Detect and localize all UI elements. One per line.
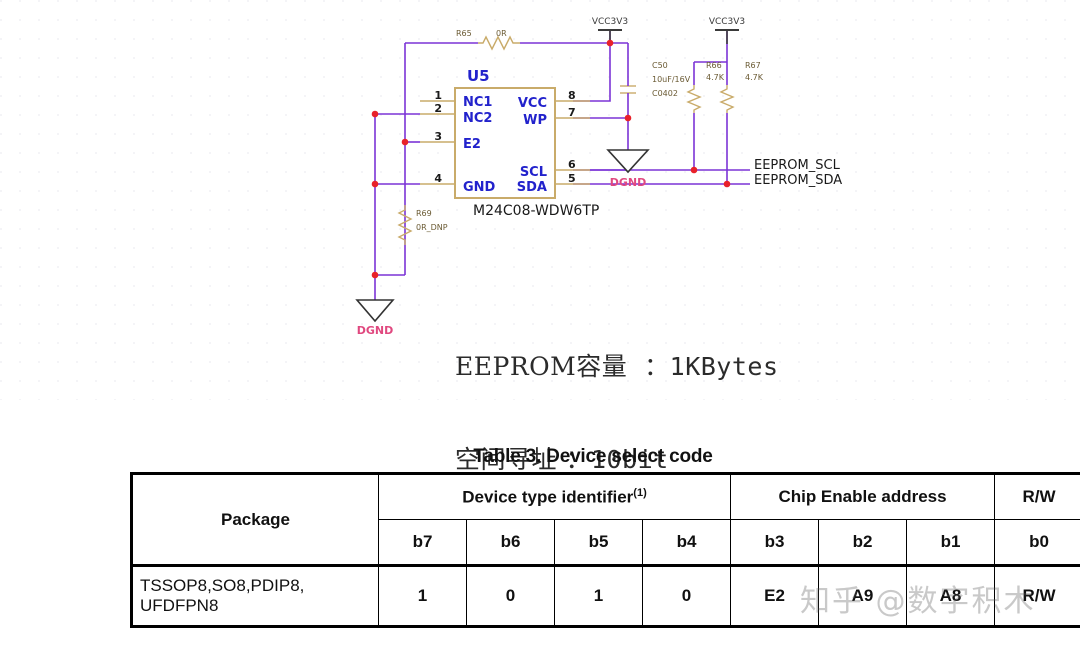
- table-header-device-type-footnote: (1): [633, 486, 647, 499]
- net-label-eeprom-scl: EEPROM_SCL: [754, 158, 841, 173]
- pin-name-sda: SDA: [517, 180, 547, 195]
- annotation-line-1: EEPROM容量 ：1KBytes: [455, 351, 779, 382]
- table-header-bit-b1: b1: [906, 519, 996, 566]
- table-cell-b1: A8: [906, 564, 996, 628]
- resistor-r66-value: 4.7K: [706, 73, 725, 82]
- pin-number-1: 1: [434, 89, 442, 102]
- table-header-package: Package: [130, 472, 379, 567]
- ground-symbol-dgnd-left: DGND: [355, 299, 395, 337]
- resistor-r65-value: 0R: [496, 29, 507, 38]
- table-header-bit-b7: b7: [378, 519, 467, 566]
- resistor-r65-designator: R65: [456, 29, 472, 38]
- table-header-chip-enable-address: Chip Enable address: [730, 472, 996, 520]
- junction-dot: [371, 110, 379, 118]
- resistor-r67-designator: R67: [745, 61, 761, 70]
- junction-dot: [690, 166, 698, 174]
- junction-dot: [624, 114, 632, 122]
- capacitor-c50-footprint: C0402: [652, 89, 678, 98]
- pin-name-scl: SCL: [520, 165, 547, 180]
- table-header-bit-b6: b6: [466, 519, 555, 566]
- table-cell-b6: 0: [466, 564, 555, 628]
- power-symbol-vcc3v3-right: VCC3V3: [709, 17, 745, 44]
- junction-dot: [401, 138, 409, 146]
- junction-dot: [371, 271, 379, 279]
- resistor-r69-designator: R69: [416, 209, 432, 218]
- resistor-r67-value: 4.7K: [745, 73, 764, 82]
- table-cell-b3: E2: [730, 564, 820, 628]
- table-header-device-type-identifier: Device type identifier(1): [377, 472, 732, 520]
- pin-number-6: 6: [568, 158, 576, 171]
- pin-name-nc1: NC1: [463, 95, 492, 110]
- power-label-vcc3v3-right: VCC3V3: [709, 17, 745, 27]
- ground-label-dgnd-center: DGND: [610, 176, 647, 189]
- table-cell-b0: R/W: [994, 564, 1080, 628]
- capacitor-c50-value: 10uF/16V: [652, 75, 691, 84]
- wire-pin8-vcc: [573, 43, 611, 102]
- table-cell-package: TSSOP8,SO8,PDIP8, UFDFPN8: [130, 564, 379, 628]
- resistor-r69-value: 0R_DNP: [416, 223, 448, 232]
- pin-number-4: 4: [434, 172, 442, 185]
- table-header-rw: R/W: [994, 472, 1080, 520]
- table-header-bit-b2: b2: [818, 519, 908, 566]
- power-symbol-vcc3v3-left: VCC3V3: [592, 17, 628, 43]
- table-header-device-type-identifier-text: Device type identifier: [462, 487, 634, 507]
- table-cell-b7: 1: [378, 564, 467, 628]
- power-label-vcc3v3-left: VCC3V3: [592, 17, 628, 27]
- table-cell-b5: 1: [554, 564, 643, 628]
- junction-dot: [723, 180, 731, 188]
- pin-name-gnd: GND: [463, 180, 496, 195]
- pin-number-7: 7: [568, 106, 576, 119]
- pin-number-2: 2: [434, 102, 442, 115]
- table-row: TSSOP8,SO8,PDIP8, UFDFPN8 1 0 1 0 E2 A9 A…: [130, 564, 1080, 628]
- chip-designator: U5: [467, 67, 490, 85]
- net-label-eeprom-sda: EEPROM_SDA: [754, 173, 842, 188]
- table-header-bit-b0: b0: [994, 519, 1080, 566]
- table-cell-b2: A9: [818, 564, 908, 628]
- resistor-r69: R69 0R_DNP: [397, 205, 448, 245]
- ground-label-dgnd-left: DGND: [357, 324, 394, 337]
- resistor-r65: R65 0R: [456, 29, 520, 51]
- table-title-text: Table 3. Device select code: [473, 446, 713, 467]
- annotation-value-capacity: 1KBytes: [669, 351, 779, 381]
- junction-dot: [371, 180, 379, 188]
- pin-number-3: 3: [434, 130, 442, 143]
- pin-name-vcc: VCC: [518, 96, 547, 111]
- table-cell-package-line2: UFDFPN8: [140, 596, 219, 615]
- table-cell-b4: 0: [641, 564, 732, 628]
- table-header-bit-b4: b4: [641, 519, 732, 566]
- table-cell-package-line1: TSSOP8,SO8,PDIP8,: [140, 576, 305, 596]
- junction-dot: [606, 39, 614, 47]
- pin-number-8: 8: [568, 89, 576, 102]
- annotation-label-capacity: EEPROM容量 ：: [455, 351, 670, 381]
- pin-number-5: 5: [568, 172, 576, 185]
- pin-name-wp: WP: [523, 113, 547, 128]
- pin-name-nc2: NC2: [463, 111, 492, 126]
- table-header-bit-b3: b3: [730, 519, 820, 566]
- device-select-code-table: Package Device type identifier(1) Chip E…: [130, 472, 1080, 628]
- resistor-r66-designator: R66: [706, 61, 722, 70]
- schematic-diagram: U5 M24C08-WDW6TP NC1 NC2 E2 GND VCC WP S…: [0, 0, 1080, 474]
- capacitor-c50: C50 10uF/16V C0402: [620, 61, 691, 104]
- pin-name-e2: E2: [463, 137, 481, 152]
- table-header-bit-b5: b5: [554, 519, 643, 566]
- chip-part-number: M24C08-WDW6TP: [473, 203, 599, 219]
- capacitor-c50-designator: C50: [652, 61, 668, 70]
- table-group-header-row: Package Device type identifier(1) Chip E…: [130, 472, 1080, 567]
- table-title: Table 3. Device select code: [0, 446, 1080, 468]
